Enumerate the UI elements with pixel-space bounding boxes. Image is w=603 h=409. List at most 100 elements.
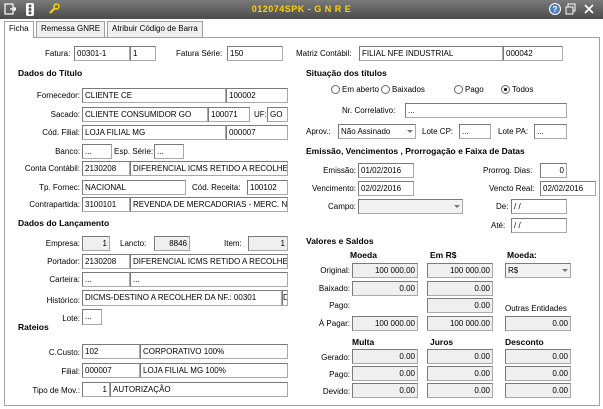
- tipo-mov-code-field[interactable]: 1: [82, 382, 110, 397]
- conta-contabil-code-field[interactable]: 2130208: [82, 161, 130, 176]
- radio-pago[interactable]: [454, 85, 463, 94]
- aprov-label: Aprov.:: [306, 127, 331, 136]
- empresa-field[interactable]: 1: [82, 236, 110, 251]
- esp-serie-field[interactable]: ...: [154, 144, 184, 159]
- matriz-contabil-desc-field[interactable]: FILIAL NFE INDUSTRIAL: [359, 46, 503, 61]
- restore-icon[interactable]: [565, 3, 579, 16]
- campo-select[interactable]: [358, 199, 463, 214]
- de-label: De:: [496, 202, 509, 211]
- fornecedor-code-field[interactable]: 100002: [226, 88, 288, 103]
- uf-field[interactable]: GO: [267, 107, 288, 122]
- a-pagar-rs-field[interactable]: 100 000.00: [427, 316, 493, 331]
- portador-label: Portador:: [47, 257, 80, 266]
- tp-fornec-field[interactable]: NACIONAL: [82, 180, 186, 195]
- baixado-rs-field[interactable]: 0.00: [427, 281, 493, 296]
- rateios-header: Rateios: [18, 322, 49, 332]
- outras-entidades-field[interactable]: 0.00: [505, 316, 571, 331]
- sacado-label: Sacado:: [50, 110, 80, 119]
- original-moeda-field[interactable]: 100 000.00: [352, 263, 418, 278]
- fatura-serie-label: Fatura Série:: [176, 49, 223, 58]
- help-icon[interactable]: ?: [549, 2, 563, 15]
- moeda-select[interactable]: R$: [505, 263, 571, 278]
- lancto-field[interactable]: 8846: [154, 236, 190, 251]
- outras-entidades-label: Outras Entidades: [505, 304, 567, 313]
- pago-desconto-field[interactable]: 0.00: [505, 366, 571, 381]
- lote-pa-field[interactable]: ...: [534, 124, 567, 139]
- contrapartida-code-field[interactable]: 3100101: [82, 197, 130, 212]
- pago-encargos-label: Pago:: [329, 370, 350, 379]
- carteira-desc-field[interactable]: ...: [130, 272, 288, 287]
- sacado-code-field[interactable]: 100071: [208, 107, 250, 122]
- c-custo-code-field[interactable]: 102: [82, 344, 140, 359]
- cod-receita-field[interactable]: 100102: [247, 180, 288, 195]
- sacado-name-field[interactable]: CLIENTE CONSUMIDOR GO: [82, 107, 208, 122]
- emissao-vencimentos-header: Emissão, Vencimentos , Prorrogação e Fai…: [306, 146, 525, 156]
- emissao-label: Emissão:: [323, 166, 356, 175]
- devido-juros-field[interactable]: 0.00: [427, 383, 493, 398]
- emissao-field[interactable]: 01/02/2016: [358, 163, 414, 178]
- gerado-desconto-field[interactable]: 0.00: [505, 349, 571, 364]
- gerado-juros-field[interactable]: 0.00: [427, 349, 493, 364]
- ate-date-field[interactable]: / /: [511, 218, 567, 233]
- pago-multa-field[interactable]: 0.00: [352, 366, 418, 381]
- lote-field[interactable]: ...: [82, 309, 102, 325]
- chevron-down-icon: [454, 205, 460, 208]
- campo-label: Campo:: [327, 202, 356, 211]
- lote-cp-field[interactable]: ...: [459, 124, 491, 139]
- tab-remessa-gnre[interactable]: Remessa GNRE: [36, 21, 106, 37]
- de-date-field[interactable]: / /: [511, 199, 567, 214]
- pago-rs-field[interactable]: 0.00: [427, 298, 493, 313]
- contrapartida-label: Contrapartida:: [29, 200, 80, 209]
- tab-atribuir-codigo-barra[interactable]: Atribuir Código de Barra: [107, 21, 203, 37]
- portador-code-field[interactable]: 2130208: [82, 254, 130, 269]
- lote-cp-label: Lote CP:: [422, 127, 454, 136]
- fornecedor-name-field[interactable]: CLIENTE CE: [82, 88, 226, 103]
- conta-contabil-desc-field[interactable]: DIFERENCIAL ICMS RETIDO A RECOLHER: [130, 161, 288, 176]
- vencto-real-field[interactable]: 02/02/2016: [540, 181, 596, 196]
- banco-field[interactable]: ...: [82, 144, 112, 159]
- item-field[interactable]: 1: [248, 236, 288, 251]
- nr-correlativo-label: Nr. Correlativo:: [342, 106, 396, 115]
- prorrog-dias-field[interactable]: 0: [540, 163, 567, 178]
- historico-ext-field[interactable]: D: [282, 290, 288, 306]
- original-label: Original:: [320, 266, 350, 275]
- nr-correlativo-field[interactable]: ...: [405, 103, 567, 118]
- item-label: Item:: [224, 239, 242, 248]
- close-icon[interactable]: [583, 3, 597, 16]
- fatura-parcel-field[interactable]: 1: [130, 46, 156, 61]
- historico-field[interactable]: DICMS-DESTINO A RECOLHER DA NF.: 00301: [82, 290, 282, 306]
- esp-serie-label: Esp. Série:: [114, 147, 154, 156]
- tipo-mov-desc-field[interactable]: AUTORIZAÇÃO: [110, 382, 288, 397]
- devido-label: Devido:: [322, 387, 350, 396]
- aprov-select[interactable]: Não Assinado: [338, 124, 416, 139]
- devido-multa-field[interactable]: 0.00: [352, 383, 418, 398]
- baixado-moeda-field[interactable]: 0.00: [352, 281, 418, 296]
- matriz-contabil-code-field[interactable]: 000042: [503, 46, 563, 61]
- contrapartida-desc-field[interactable]: REVENDA DE MERCADORIAS - MERC. NACIONAL: [130, 197, 288, 212]
- cod-filial-name-field[interactable]: LOJA FILIAL MG: [82, 125, 226, 140]
- rateio-filial-desc-field[interactable]: LOJA FILIAL MG 100%: [140, 363, 288, 378]
- radio-pago-label: Pago: [465, 85, 484, 94]
- original-rs-field[interactable]: 100 000.00: [427, 263, 493, 278]
- fatura-number-field[interactable]: 00301-1: [74, 46, 130, 61]
- fornecedor-label: Fornecedor:: [36, 91, 80, 100]
- devido-desconto-field[interactable]: 0.00: [505, 383, 571, 398]
- pago-juros-field[interactable]: 0.00: [427, 366, 493, 381]
- carteira-code-field[interactable]: ...: [82, 272, 130, 287]
- c-custo-desc-field[interactable]: CORPORATIVO 100%: [140, 344, 288, 359]
- radio-baixados[interactable]: [381, 85, 390, 94]
- a-pagar-moeda-field[interactable]: 100 000.00: [352, 316, 418, 331]
- baixado-label: Baixado:: [318, 284, 350, 293]
- uf-label: UF:: [254, 110, 267, 119]
- gerado-multa-field[interactable]: 0.00: [352, 349, 418, 364]
- col-desconto-header: Desconto: [505, 337, 544, 347]
- radio-todos[interactable]: [501, 85, 510, 94]
- portador-desc-field[interactable]: DIFERENCIAL ICMS RETIDO A RECOLHER: [130, 254, 288, 269]
- radio-em-aberto[interactable]: [331, 85, 340, 94]
- tab-ficha[interactable]: Ficha: [4, 21, 34, 38]
- cod-filial-code-field[interactable]: 000007: [226, 125, 288, 140]
- fatura-serie-field[interactable]: 150: [227, 46, 283, 61]
- col-multa-header: Multa: [352, 337, 375, 347]
- vencimento-field[interactable]: 02/02/2016: [358, 181, 414, 196]
- rateio-filial-code-field[interactable]: 000007: [82, 363, 140, 378]
